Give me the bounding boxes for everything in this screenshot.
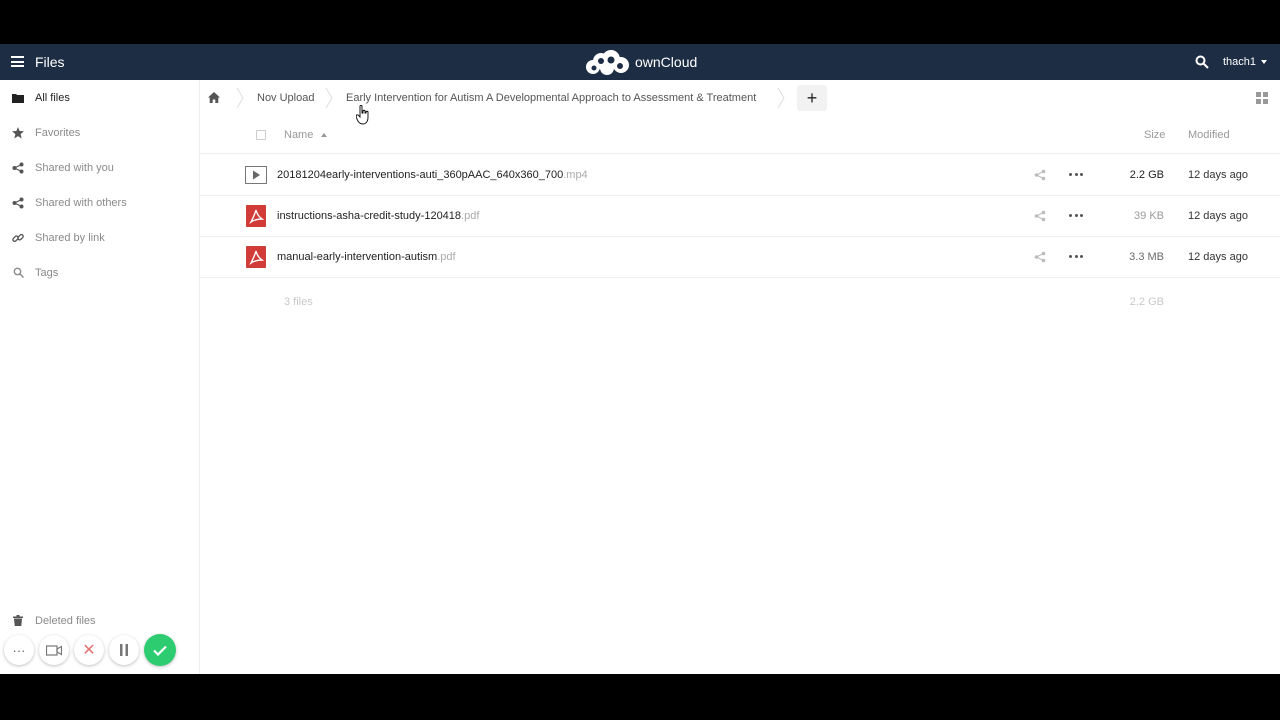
table-row[interactable]: manual-early-intervention-autism.pdf 3.3… [200,237,1280,278]
sidebar-item-shared-by-link[interactable]: Shared by link [0,220,199,255]
top-header: Files ownCloud thach1 [0,44,1280,80]
trash-icon [11,614,25,628]
share-icon[interactable] [1034,251,1046,263]
file-basename: instructions-asha-credit-study-120418 [277,210,462,222]
webcam-icon[interactable] [39,635,69,665]
file-basename: manual-early-intervention-autism [277,251,438,263]
file-size: 39 KB [1134,210,1164,222]
logo-text: ownCloud [635,54,698,70]
name-column-header[interactable]: Name [284,129,328,141]
sidebar-item-label: Deleted files [35,614,96,627]
file-modified: 12 days ago [1188,251,1248,263]
recorder-toolbar: ··· ✕ [4,634,181,666]
file-extension: .pdf [437,251,456,263]
file-name[interactable]: manual-early-intervention-autism.pdf [277,251,456,263]
sidebar-item-tags[interactable]: Tags [0,255,199,290]
breadcrumb-separator-icon [325,88,333,108]
size-column-header[interactable]: Size [1144,129,1165,141]
file-modified: 12 days ago [1188,210,1248,222]
home-icon[interactable] [208,92,220,103]
breadcrumb-item-nov-upload[interactable]: Nov Upload [257,80,314,116]
star-icon [11,126,25,140]
sidebar-item-label: Shared with you [35,161,114,174]
pdf-file-icon [246,205,266,227]
file-size: 3.3 MB [1129,251,1164,263]
breadcrumb-separator-icon [777,88,785,108]
hand-cursor-icon [356,105,369,125]
file-size: 2.2 GB [1129,169,1164,181]
breadcrumb-separator-icon [236,88,244,108]
more-options-icon[interactable] [1069,255,1083,259]
sidebar-item-label: Shared by link [35,231,105,244]
sidebar-item-favorites[interactable]: Favorites [0,115,199,150]
finish-recording-icon[interactable] [144,634,176,666]
modified-column-header[interactable]: Modified [1188,129,1230,141]
file-modified: 12 days ago [1188,169,1248,181]
share-icon[interactable] [1034,210,1046,222]
sidebar-item-label: Tags [35,266,59,279]
new-file-button[interactable]: + [797,85,827,111]
search-icon[interactable] [1195,55,1209,69]
more-options-icon[interactable] [1069,214,1083,218]
more-options-icon[interactable] [1069,173,1083,177]
sidebar-item-shared-with-you[interactable]: Shared with you [0,150,199,185]
file-extension: .mp4 [563,169,588,181]
file-name[interactable]: instructions-asha-credit-study-120418.pd… [277,210,479,222]
chevron-down-icon [1261,60,1268,64]
more-options-icon[interactable]: ··· [4,635,34,665]
file-extension: .pdf [461,210,480,222]
app-title[interactable]: Files [35,54,65,70]
user-menu[interactable]: thach1 [1223,56,1268,68]
share-icon [11,161,25,175]
sidebar-item-label: All files [35,91,70,104]
app-frame: Files ownCloud thach1 All files Favorite… [0,44,1280,674]
pause-icon[interactable] [109,635,139,665]
owncloud-logo[interactable]: ownCloud [583,48,697,76]
share-icon [11,196,25,210]
sidebar: All files Favorites Shared with you Shar… [0,80,200,674]
sidebar-item-label: Shared with others [35,196,127,209]
table-row[interactable]: instructions-asha-credit-study-120418.pd… [200,196,1280,237]
file-name[interactable]: 20181204early-interventions-auti_360pAAC… [277,169,588,181]
menu-icon[interactable] [11,56,24,67]
sidebar-item-label: Favorites [35,126,81,139]
name-column-label: Name [284,129,314,141]
sidebar-item-shared-with-others[interactable]: Shared with others [0,185,199,220]
pdf-file-icon [246,246,266,268]
cancel-recording-icon[interactable]: ✕ [74,635,104,665]
cloud-icon [586,50,629,75]
file-basename: 20181204early-interventions-auti_360pAAC… [277,169,564,181]
total-size-summary: 2.2 GB [1129,296,1164,308]
username: thach1 [1223,56,1257,68]
sidebar-item-deleted-files[interactable]: Deleted files [0,603,199,638]
sidebar-item-all-files[interactable]: All files [0,80,199,115]
search-icon [11,266,25,280]
video-file-icon [245,166,267,184]
select-all-checkbox[interactable] [256,130,266,140]
grid-view-icon[interactable] [1256,92,1268,104]
folder-icon [11,91,25,105]
file-count-summary: 3 files [284,296,313,308]
share-icon[interactable] [1034,169,1046,181]
breadcrumb-item-current-folder[interactable]: Early Intervention for Autism A Developm… [346,80,756,116]
link-icon [11,231,25,245]
sort-up-icon [321,133,328,137]
table-row[interactable]: 20181204early-interventions-auti_360pAAC… [200,155,1280,196]
